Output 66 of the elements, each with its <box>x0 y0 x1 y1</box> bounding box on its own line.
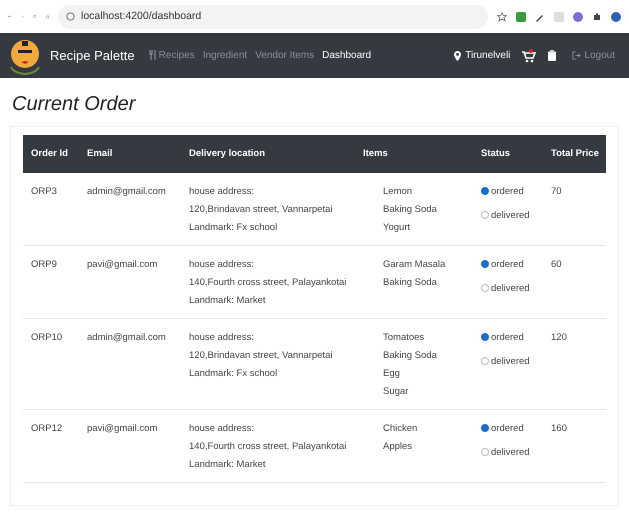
address-line: house address: <box>189 331 255 345</box>
nav-link[interactable]: Vendor Items <box>251 48 318 63</box>
brand-name[interactable]: Recipe Palette <box>50 46 135 66</box>
email-text: pavi@gmail.com <box>87 259 158 270</box>
address-line: Landmark: Fx school <box>189 221 278 235</box>
order-id: ORP9 <box>31 259 57 270</box>
status-radio[interactable]: ordered <box>481 329 535 347</box>
address-line: Landmark: Market <box>189 294 267 308</box>
total-price: 160 <box>551 423 567 434</box>
item-name: Baking Soda <box>383 203 438 217</box>
status-radio[interactable]: ordered <box>481 420 535 438</box>
address-line: house address: <box>189 422 255 436</box>
cart-icon[interactable] <box>522 48 536 62</box>
nav-link[interactable]: Recipes <box>144 48 199 63</box>
address-line: 140,Fourth cross street, Palayankotai <box>189 276 348 290</box>
item-name: Garam Masala <box>383 258 446 272</box>
status-radio[interactable]: delivered <box>481 353 535 371</box>
email-text: pavi@gmail.com <box>87 423 158 434</box>
column-header: Total Price <box>543 135 606 173</box>
location-label[interactable]: Tirunelveli <box>465 48 510 63</box>
logout-link[interactable]: Logout <box>568 48 619 63</box>
nav-link[interactable]: Ingredient <box>198 48 252 63</box>
item-name: Baking Soda <box>383 349 438 363</box>
column-header: Status <box>473 135 543 173</box>
status-radio[interactable]: ordered <box>481 256 535 274</box>
item-name: Egg <box>383 367 401 381</box>
item-name: Yogurt <box>383 221 412 235</box>
status-radio[interactable]: delivered <box>481 207 535 225</box>
address-line: Landmark: Fx school <box>189 367 278 381</box>
item-name: Lemon <box>383 185 414 199</box>
logout-icon <box>572 51 582 60</box>
order-id: ORP10 <box>31 332 62 343</box>
status-radio[interactable]: delivered <box>481 280 535 298</box>
star-icon[interactable] <box>497 12 507 22</box>
fork-knife-icon <box>148 50 157 60</box>
email-text: admin@gmail.com <box>87 332 166 343</box>
address-line: Landmark: Market <box>189 458 267 472</box>
column-header: Items <box>363 135 473 173</box>
item-name: Sugar <box>383 385 410 399</box>
column-header: Order Id <box>23 135 79 173</box>
item-name: Apples <box>383 440 414 454</box>
status-radio[interactable]: delivered <box>481 444 535 462</box>
column-header: Email <box>79 135 181 173</box>
page-title: Current Order <box>12 92 137 116</box>
address-line: house address: <box>189 258 255 272</box>
total-price: 60 <box>551 259 562 270</box>
address-line: 140,Fourth cross street, Palayankotai <box>189 440 348 454</box>
clipboard-icon[interactable] <box>548 50 556 61</box>
address-bar[interactable]: localhost:4200/dashboard <box>58 4 488 28</box>
status-radio[interactable]: ordered <box>481 183 535 201</box>
address-line: 120,Brindavan street, Vannarpetai <box>189 349 334 363</box>
address-line: house address: <box>189 185 255 199</box>
column-header: Delivery location <box>181 135 363 173</box>
map-pin-icon <box>454 50 462 60</box>
home-icon[interactable] <box>46 12 49 21</box>
email-text: admin@gmail.com <box>87 186 166 197</box>
nav-link[interactable]: Dashboard <box>318 48 376 63</box>
item-name: Tomatoes <box>383 331 426 345</box>
order-id: ORP3 <box>31 186 57 197</box>
order-id: ORP12 <box>31 423 62 434</box>
profile-icon[interactable] <box>611 12 621 22</box>
address-line: 120,Brindavan street, Vannarpetai <box>189 203 334 217</box>
total-price: 70 <box>551 186 562 197</box>
item-name: Baking Soda <box>383 276 438 290</box>
item-name: Chicken <box>383 422 418 436</box>
total-price: 120 <box>551 332 567 343</box>
